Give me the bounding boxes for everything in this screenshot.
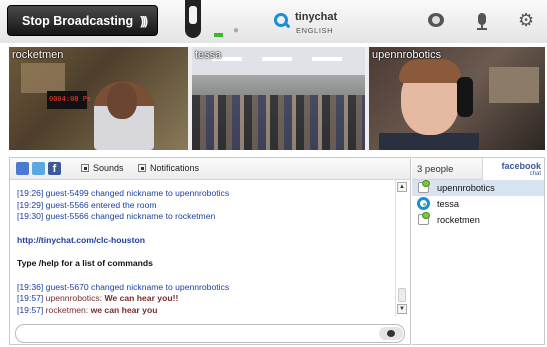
room-link[interactable]: http://tinychat.com/clc-houston — [17, 235, 395, 247]
scroll-down-arrow-icon[interactable]: ▼ — [397, 304, 407, 314]
chat-message-list: [19:26] guest-5499 changed nickname to u… — [17, 188, 395, 322]
chat-message-nick[interactable]: rocketmen: — [46, 305, 89, 315]
twitter-icon[interactable] — [32, 162, 45, 175]
video-tile-upennrobotics[interactable]: upennrobotics — [369, 47, 545, 150]
people-header: 3 people facebook chat — [412, 158, 544, 180]
video-tile-rocketmen[interactable]: 0004:08 Ps rocketmen — [9, 47, 188, 150]
chat-message: [19:30] guest-5566 changed nickname to r… — [17, 211, 216, 221]
speech-bubble-icon — [422, 212, 430, 219]
notifications-label: Notifications — [150, 163, 200, 173]
chat-message-time: [19:57] — [17, 293, 44, 303]
facebook-chat-tab[interactable]: facebook chat — [482, 158, 544, 180]
language-selector[interactable]: ENGLISH — [296, 26, 333, 35]
video-sign-text: 0004:08 Ps — [49, 95, 92, 103]
video-tile-tessa[interactable]: tessa — [192, 47, 365, 150]
sounds-label: Sounds — [93, 163, 124, 173]
microphone-icon[interactable] — [473, 12, 491, 30]
people-list-name: upennrobotics — [437, 183, 495, 193]
video-grid: 0004:08 Ps rocketmen tessa upennrobotics — [9, 47, 545, 150]
chat-message-text: we can hear you — [90, 304, 158, 315]
tinychat-logo-icon — [417, 197, 430, 210]
people-count-tab[interactable]: 3 people — [417, 164, 453, 175]
stop-broadcasting-button[interactable]: Stop Broadcasting ))) — [7, 5, 158, 36]
people-list: upennrobotics tessa rocketmen — [412, 180, 544, 228]
chat-message: [19:36] guest-5670 changed nickname to u… — [17, 281, 230, 292]
facebook-tab-label: facebook — [501, 161, 541, 171]
chat-input-field[interactable] — [15, 324, 405, 343]
people-list-item[interactable]: upennrobotics — [412, 180, 544, 196]
broadcast-waves-icon: ))) — [140, 13, 148, 28]
video-username-label: tessa — [195, 49, 222, 61]
video-username-label: upennrobotics — [372, 49, 442, 61]
send-message-button[interactable] — [379, 327, 403, 340]
sounds-toggle[interactable]: Sounds — [81, 163, 124, 173]
webcam-icon[interactable] — [427, 12, 445, 30]
chat-message: [19:57] upennrobotics: We can hear you!! — [17, 293, 395, 305]
tinychat-logo-icon — [274, 13, 288, 27]
people-list-name: tessa — [437, 199, 459, 209]
sounds-checkbox[interactable] — [81, 164, 89, 172]
chat-scrollbar[interactable]: ▲ ▼ — [395, 180, 407, 316]
chat-message-text: We can hear you!! — [104, 293, 179, 303]
scrollbar-thumb[interactable] — [398, 288, 406, 302]
gear-icon[interactable]: ⚙ — [518, 11, 536, 29]
chat-panel: f Sounds Notifications [19:26] guest-549… — [9, 157, 411, 345]
people-list-name: rocketmen — [437, 215, 480, 225]
people-panel: 3 people facebook chat upennrobotics tes… — [412, 157, 545, 345]
brand-name: tinychat — [295, 11, 338, 23]
chat-message-nick[interactable]: upennrobotics: — [46, 293, 102, 303]
mic-volume-slider-knob[interactable] — [189, 6, 197, 24]
help-hint: Type /help for a list of commands — [17, 258, 153, 268]
top-toolbar: Stop Broadcasting ))) ● tinychat ENGLISH… — [0, 0, 547, 43]
chat-bubble-icon[interactable] — [16, 162, 29, 175]
mic-level-icon: ● — [233, 25, 240, 36]
notifications-toggle[interactable]: Notifications — [138, 163, 199, 173]
stop-broadcasting-label: Stop Broadcasting — [22, 13, 134, 28]
speech-bubble-icon — [422, 180, 430, 187]
video-username-label: rocketmen — [12, 49, 64, 61]
notifications-checkbox[interactable] — [138, 164, 146, 172]
chat-message: [19:29] guest-5566 entered the room — [17, 199, 157, 210]
chat-message: [19:26] guest-5499 changed nickname to u… — [17, 188, 230, 198]
mic-volume-slider[interactable] — [185, 0, 201, 38]
audio-level-indicator — [214, 33, 223, 37]
chat-message-time: [19:57] — [17, 304, 44, 315]
people-list-item[interactable]: tessa — [412, 196, 544, 212]
facebook-tab-sublabel: chat — [529, 171, 541, 177]
facebook-icon[interactable]: f — [48, 162, 61, 175]
chat-message: [19:57] rocketmen: we can hear you — [17, 305, 395, 317]
scroll-up-arrow-icon[interactable]: ▲ — [397, 182, 407, 192]
chat-toolbar: f Sounds Notifications — [10, 158, 410, 180]
people-list-item[interactable]: rocketmen — [412, 212, 544, 228]
